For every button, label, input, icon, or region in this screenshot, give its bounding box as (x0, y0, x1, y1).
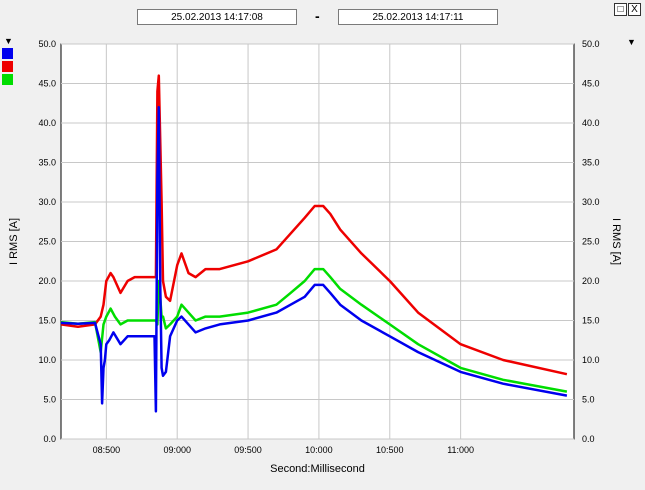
x-tick-label: 11:000 (447, 445, 474, 455)
y-tick-label-right: 45.0 (582, 79, 600, 89)
y-tick-label-right: 0.0 (582, 434, 595, 444)
y-tick-label-left: 30.0 (38, 197, 56, 207)
y-tick-label-right: 50.0 (582, 39, 600, 49)
y-tick-label-left: 20.0 (38, 276, 56, 286)
y-tick-label-left: 45.0 (38, 79, 56, 89)
y-tick-label-right: 10.0 (582, 355, 600, 365)
y-tick-label-right: 30.0 (582, 197, 600, 207)
y-tick-label-left: 35.0 (38, 158, 56, 168)
x-axis-label: Second:Millisecond (270, 463, 365, 475)
x-tick-label: 08:500 (93, 445, 121, 455)
x-tick-label: 09:500 (234, 445, 262, 455)
y-tick-label-right: 20.0 (582, 276, 600, 286)
y-tick-label-right: 35.0 (582, 158, 600, 168)
y-tick-label-right: 25.0 (582, 237, 600, 247)
x-tick-label: 10:000 (305, 445, 333, 455)
y-tick-label-left: 5.0 (43, 395, 56, 405)
y-tick-label-right: 15.0 (582, 316, 600, 326)
y-tick-label-left: 25.0 (38, 237, 56, 247)
y-tick-label-right: 5.0 (582, 395, 595, 405)
y-axis-label-right: I RMS [A] (610, 218, 622, 265)
y-tick-label-left: 15.0 (38, 316, 56, 326)
y-axis-label-left: I RMS [A] (8, 218, 20, 265)
x-tick-label: 10:500 (376, 445, 404, 455)
y-tick-label-left: 40.0 (38, 118, 56, 128)
y-tick-label-left: 50.0 (38, 39, 56, 49)
y-tick-label-left: 10.0 (38, 355, 56, 365)
y-tick-label-right: 40.0 (582, 118, 600, 128)
x-tick-label: 09:000 (163, 445, 191, 455)
line-chart: 0.0 0.0 5.0 5.0 10.0 10.0 15.0 15.0 20.0 20.0 25.0… (8, 39, 622, 475)
y-tick-label-left: 0.0 (43, 434, 56, 444)
